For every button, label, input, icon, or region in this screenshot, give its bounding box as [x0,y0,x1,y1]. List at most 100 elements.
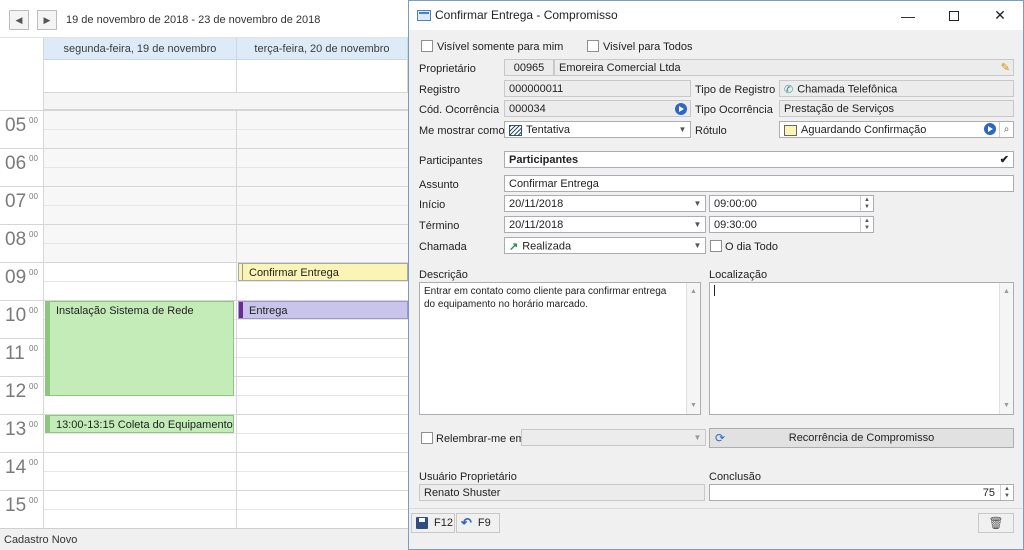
time-slot[interactable] [44,490,408,509]
appointment-confirmar-entrega[interactable]: Confirmar Entrega [238,263,408,281]
rotulo-label: Rótulo [695,125,727,137]
proprietario-name-field[interactable]: Emoreira Comercial Ltda ✎ [554,59,1014,76]
date-range-label: 19 de novembro de 2018 - 23 de novembro … [66,14,321,26]
checkmark-icon[interactable]: ✔ [1000,153,1009,166]
scroll-down-icon: ▼ [1003,402,1010,409]
proprietario-code-field[interactable]: 00965 [504,59,554,76]
inicio-time-field[interactable]: 09:00:00 ▲ ▼ [709,195,874,212]
cod-ocorrencia-field[interactable]: 000034 [504,100,691,117]
inicio-date-field[interactable]: 20/11/2018 ▼ [504,195,706,212]
termino-date-field[interactable]: 20/11/2018 ▼ [504,216,706,233]
maximize-button[interactable] [931,1,977,30]
lookup-arrow-icon[interactable] [984,123,996,135]
vertical-scrollbar[interactable]: ▲ ▼ [686,283,700,414]
time-spinner[interactable]: ▲ ▼ [860,217,873,232]
day-header-tuesday[interactable]: terça-feira, 20 de novembro [237,38,408,60]
hour-label: 09 00 [0,262,44,300]
termino-time-field[interactable]: 09:30:00 ▲ ▼ [709,216,874,233]
time-slot[interactable] [44,395,408,414]
dia-todo-checkbox[interactable] [710,240,722,252]
all-day-separator [44,93,408,110]
relembrar-select[interactable]: ▼ [521,429,706,446]
all-day-area-monday[interactable] [44,60,237,93]
rotulo-field[interactable]: Aguardando Confirmação ⌕ [779,121,1014,138]
day-header-monday[interactable]: segunda-feira, 19 de novembro [44,38,237,60]
hour-label: 08 00 [0,224,44,262]
tipo-ocorrencia-field[interactable]: Prestação de Serviços [779,100,1014,117]
tentative-pattern-icon [509,124,522,136]
visible-me-checkbox[interactable] [421,40,433,52]
recorrencia-button[interactable]: ⟳ Recorrência de Compromisso [709,428,1014,448]
chevron-down-icon[interactable]: ▼ [690,217,705,232]
hour-label: 12 00 [0,376,44,414]
time-slot[interactable] [44,243,408,262]
registro-label: Registro [419,84,460,96]
hour-label: 15 00 [0,490,44,528]
time-slot[interactable] [44,129,408,148]
usuario-field[interactable]: Renato Shuster [419,484,705,501]
delete-button[interactable]: 🗑 [978,513,1014,533]
lookup-arrow-icon[interactable] [675,103,687,115]
chevron-down-icon[interactable]: ▼ [675,122,690,137]
conclusao-field[interactable]: 75 ▲ ▼ [709,484,1014,501]
registro-field[interactable]: 000000011 [504,80,691,97]
calendar-view: ◀ ▶ 19 de novembro de 2018 - 23 de novem… [0,0,408,550]
time-slot[interactable] [44,110,408,129]
localizacao-textarea[interactable]: ▲ ▼ [709,282,1014,415]
descricao-textarea[interactable]: Entrar em contato como cliente para conf… [419,282,701,415]
close-icon: ✕ [994,7,1006,23]
assunto-input[interactable]: Confirmar Entrega [504,175,1014,192]
appointment-instalacao[interactable]: Instalação Sistema de Rede [45,301,234,396]
time-slot[interactable] [44,205,408,224]
search-icon[interactable]: ⌕ [999,122,1013,137]
all-day-area-tuesday[interactable] [237,60,408,93]
conclusao-label: Conclusão [709,471,761,483]
termino-label: Término [419,220,460,232]
previous-week-button[interactable]: ◀ [9,10,29,30]
maximize-icon [949,10,959,21]
assunto-label: Assunto [419,179,459,191]
participantes-label: Participantes [419,155,483,167]
undo-icon: ↶ [461,515,472,530]
usuario-label: Usuário Proprietário [419,471,517,483]
participantes-field[interactable]: Participantes ✔ [504,151,1014,168]
time-slot[interactable] [44,509,408,528]
chevron-down-icon[interactable]: ▼ [690,430,705,445]
time-slot[interactable] [44,186,408,205]
time-slot[interactable] [44,433,408,452]
close-button[interactable]: ✕ [977,1,1023,30]
time-slot[interactable] [44,148,408,167]
label-color-swatch [784,124,797,136]
vertical-scrollbar[interactable]: ▲ ▼ [999,283,1013,414]
chamada-select[interactable]: ↗ Realizada ▼ [504,237,706,254]
time-slot[interactable] [44,281,408,300]
time-slot[interactable] [44,452,408,471]
chevron-left-icon: ◀ [15,14,23,25]
day-divider [236,110,237,528]
minimize-button[interactable]: — [885,1,931,30]
tipo-ocorrencia-label: Tipo Ocorrência [695,104,773,116]
spin-down-icon: ▼ [864,225,870,232]
chevron-down-icon[interactable]: ▼ [690,196,705,211]
save-icon [416,517,428,529]
dialog-titlebar[interactable]: Confirmar Entrega - Compromisso — ✕ [409,1,1023,30]
chevron-down-icon[interactable]: ▼ [690,238,705,253]
time-slot[interactable] [44,471,408,490]
localizacao-label: Localização [709,269,768,281]
undo-button[interactable]: ↶ F9 [456,513,500,533]
mostrar-select[interactable]: Tentativa ▼ [504,121,691,138]
time-slot[interactable] [44,224,408,243]
save-button[interactable]: F12 [411,513,455,533]
appointment-coleta[interactable]: 13:00-13:15 Coleta do Equipamento [45,415,234,433]
appointment-entrega[interactable]: Entrega [238,301,408,319]
relembrar-checkbox[interactable] [421,432,433,444]
tipo-registro-field[interactable]: ✆ Chamada Telefônica [779,80,1014,97]
minimize-icon: — [901,7,915,24]
percent-spinner[interactable]: ▲ ▼ [1000,485,1013,500]
dialog-toolbar: F12 ↶ F9 🗑 [409,508,1023,549]
pencil-icon[interactable]: ✎ [1001,61,1010,74]
time-spinner[interactable]: ▲ ▼ [860,196,873,211]
next-week-button[interactable]: ▶ [37,10,57,30]
time-slot[interactable] [44,167,408,186]
visible-all-checkbox[interactable] [587,40,599,52]
